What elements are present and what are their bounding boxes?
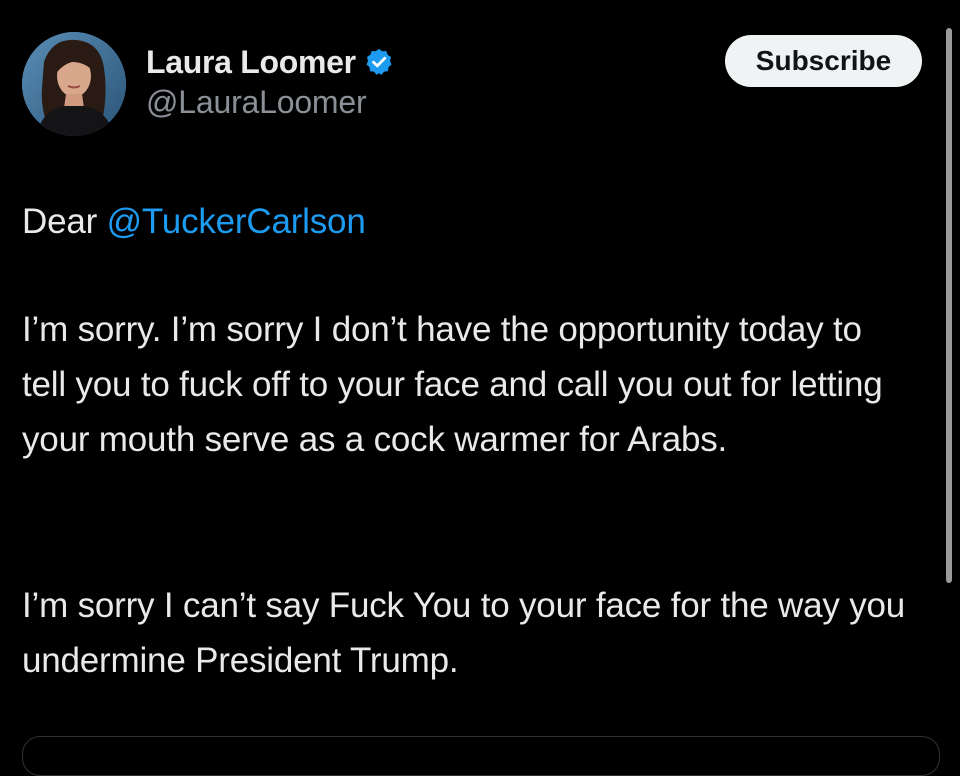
avatar[interactable] xyxy=(22,32,126,136)
tweet-paragraph: I’m sorry I can’t say Fuck You to your f… xyxy=(22,586,906,680)
greeting-text: Dear xyxy=(22,202,107,241)
name-row: Laura Loomer xyxy=(146,40,394,84)
embedded-card[interactable] xyxy=(22,736,940,776)
scrollbar[interactable] xyxy=(946,28,952,583)
tweet-container: Laura Loomer @LauraLoomer Subscribe Dear… xyxy=(0,0,960,776)
avatar-image xyxy=(22,32,126,136)
mention-link[interactable]: @TuckerCarlson xyxy=(107,202,366,241)
display-name[interactable]: Laura Loomer xyxy=(146,44,356,81)
user-handle[interactable]: @LauraLoomer xyxy=(146,84,394,121)
author-info: Laura Loomer @LauraLoomer xyxy=(146,40,394,121)
tweet-greeting: Dear @TuckerCarlson xyxy=(22,194,912,249)
verified-badge-icon xyxy=(364,47,394,77)
tweet-paragraph: I’m sorry. I’m sorry I don’t have the op… xyxy=(22,310,883,459)
subscribe-button[interactable]: Subscribe xyxy=(725,35,922,87)
